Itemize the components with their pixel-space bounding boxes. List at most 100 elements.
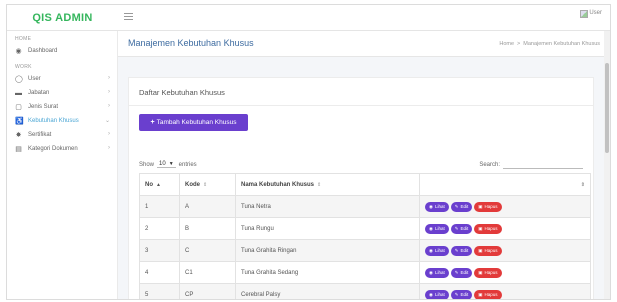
edit-button-label: Edit — [460, 248, 469, 253]
sidebar-item-jenis-surat[interactable]: ▢ Jenis Surat › — [7, 100, 117, 114]
cell-no: 1 — [139, 195, 180, 218]
page-header: Manajemen Kebutuhan Khusus Home > Manajeme… — [118, 31, 610, 57]
delete-button[interactable]: ▣ Hapus — [474, 245, 502, 256]
sidebar-item-kebutuhan-khusus[interactable]: ♿ Kebutuhan Khusus ⌄ — [7, 114, 117, 128]
sidebar-item-label: Dashboard — [28, 48, 58, 54]
table-row: 2 B Tuna Rungu ◉ Lihat ✎ Edit ▣ Hapus — [139, 217, 591, 240]
entries-select[interactable]: 10 ▼ — [157, 161, 176, 168]
delete-button[interactable]: ▣ Hapus — [474, 267, 502, 278]
sidebar-item-label: Kebutuhan Khusus — [28, 118, 79, 124]
list-card: Daftar Kebutuhan Khusus + Tambah Kebutuh… — [128, 77, 594, 299]
sidebar-item-kategori-dokumen[interactable]: ▤ Kategori Dokumen › — [7, 142, 117, 156]
top-navbar: QIS ADMIN User — [7, 5, 610, 31]
brand-logo[interactable]: QIS ADMIN — [7, 5, 118, 31]
sort-asc-icon: ▲ — [156, 181, 161, 188]
eye-icon: ◉ — [429, 269, 433, 275]
edit-button[interactable]: ✎ Edit — [450, 289, 473, 299]
edit-button[interactable]: ✎ Edit — [450, 245, 473, 256]
cell-no: 5 — [139, 283, 180, 299]
accessibility-icon: ♿ — [15, 117, 24, 125]
delete-button-label: Hapus — [484, 270, 498, 275]
sidebar-item-jabatan[interactable]: ▬ Jabatan › — [7, 86, 117, 100]
view-button-label: Lihat — [434, 270, 445, 275]
edit-button-label: Edit — [460, 226, 469, 231]
column-header-kode[interactable]: Kode ⇕ — [179, 173, 236, 196]
main-content: Manajemen Kebutuhan Khusus Home > Manajeme… — [118, 31, 610, 299]
eye-icon: ◉ — [429, 247, 433, 253]
sidebar: HOME ◉ Dashboard WORK ◯ User › ▬ Jabatan… — [7, 31, 118, 299]
edit-icon: ✎ — [454, 203, 459, 209]
view-button[interactable]: ◉ Lihat — [425, 223, 449, 234]
file-icon: ▢ — [15, 103, 22, 111]
view-button[interactable]: ◉ Lihat — [425, 245, 449, 256]
cell-no: 3 — [139, 239, 180, 262]
sidebar-item-sertifikat[interactable]: ✸ Sertifikat › — [7, 128, 117, 142]
cell-nama: Tuna Grahita Ringan — [235, 239, 420, 262]
breadcrumb-home[interactable]: Home — [499, 41, 514, 47]
action-buttons: ◉ Lihat ✎ Edit ▣ Hapus — [425, 201, 590, 212]
view-button[interactable]: ◉ Lihat — [425, 201, 449, 212]
add-button[interactable]: + Tambah Kebutuhan Khusus — [139, 114, 248, 131]
view-button[interactable]: ◉ Lihat — [425, 289, 449, 299]
breadcrumb-current: Manajemen Kebutuhan Khusus — [523, 41, 600, 47]
sidebar-item-user[interactable]: ◯ User › — [7, 72, 117, 86]
data-table: No ▲ Kode ⇕ Nama Kebutuhan Khusus ⇕ ⇕ 1 A Tun… — [139, 173, 591, 299]
column-header-no[interactable]: No ▲ — [139, 173, 180, 196]
eye-icon: ◉ — [429, 291, 433, 297]
scrollbar-thumb[interactable] — [605, 63, 609, 153]
edit-button[interactable]: ✎ Edit — [450, 267, 473, 278]
cell-kode: CP — [179, 283, 236, 299]
action-buttons: ◉ Lihat ✎ Edit ▣ Hapus — [425, 245, 590, 256]
view-button-label: Lihat — [434, 248, 445, 253]
cell-nama: Tuna Grahita Sedang — [235, 261, 420, 284]
action-buttons: ◉ Lihat ✎ Edit ▣ Hapus — [425, 223, 590, 234]
search-input[interactable] — [503, 161, 583, 169]
edit-icon: ✎ — [454, 225, 459, 231]
chevron-right-icon: › — [108, 89, 110, 95]
show-label: Show — [139, 161, 155, 168]
edit-button[interactable]: ✎ Edit — [450, 223, 473, 234]
edit-icon: ✎ — [454, 269, 459, 275]
sidebar-item-dashboard[interactable]: ◉ Dashboard — [7, 44, 117, 58]
delete-button[interactable]: ▣ Hapus — [474, 289, 502, 299]
delete-button-label: Hapus — [484, 226, 498, 231]
table-header-row: No ▲ Kode ⇕ Nama Kebutuhan Khusus ⇕ ⇕ — [139, 173, 591, 196]
chevron-right-icon: › — [108, 131, 110, 137]
entries-label: entries — [178, 161, 197, 168]
sidebar-item-label: Jabatan — [28, 90, 50, 96]
delete-button-label: Hapus — [484, 292, 498, 297]
table-search: Search: — [479, 161, 583, 169]
briefcase-icon: ▬ — [15, 89, 22, 97]
cell-actions: ◉ Lihat ✎ Edit ▣ Hapus — [419, 283, 591, 299]
cell-nama: Cerebral Palsy — [235, 283, 420, 299]
user-avatar-alt: User — [589, 10, 602, 16]
cell-no: 2 — [139, 217, 180, 240]
table-row: 5 CP Cerebral Palsy ◉ Lihat ✎ Edit ▣ Hapus — [139, 283, 591, 299]
delete-button-label: Hapus — [484, 204, 498, 209]
view-button-label: Lihat — [434, 204, 445, 209]
hamburger-menu-icon[interactable] — [124, 13, 133, 21]
trash-icon: ▣ — [478, 225, 483, 231]
entries-length-control: Show 10 ▼ entries — [139, 161, 197, 168]
page-scrollbar[interactable] — [604, 31, 610, 299]
column-header-aksi[interactable]: ⇕ — [419, 173, 591, 196]
delete-button[interactable]: ▣ Hapus — [474, 201, 502, 212]
sort-icon: ⇕ — [317, 181, 322, 188]
trash-icon: ▣ — [478, 269, 483, 275]
document-icon: ▤ — [15, 145, 22, 153]
cell-nama: Tuna Rungu — [235, 217, 420, 240]
action-buttons: ◉ Lihat ✎ Edit ▣ Hapus — [425, 289, 590, 299]
edit-button[interactable]: ✎ Edit — [450, 201, 473, 212]
sort-icon: ⇕ — [203, 181, 208, 188]
sidebar-item-label: Kategori Dokumen — [28, 146, 78, 152]
view-button[interactable]: ◉ Lihat — [425, 267, 449, 278]
sidebar-item-label: Sertifikat — [28, 132, 52, 138]
chevron-right-icon: › — [108, 103, 110, 109]
edit-button-label: Edit — [460, 204, 469, 209]
column-header-nama[interactable]: Nama Kebutuhan Khusus ⇕ — [235, 173, 420, 196]
entries-value: 10 — [159, 161, 166, 167]
user-avatar[interactable]: User — [580, 10, 602, 18]
delete-button[interactable]: ▣ Hapus — [474, 223, 502, 234]
chevron-right-icon: › — [108, 145, 110, 151]
edit-icon: ✎ — [454, 291, 459, 297]
